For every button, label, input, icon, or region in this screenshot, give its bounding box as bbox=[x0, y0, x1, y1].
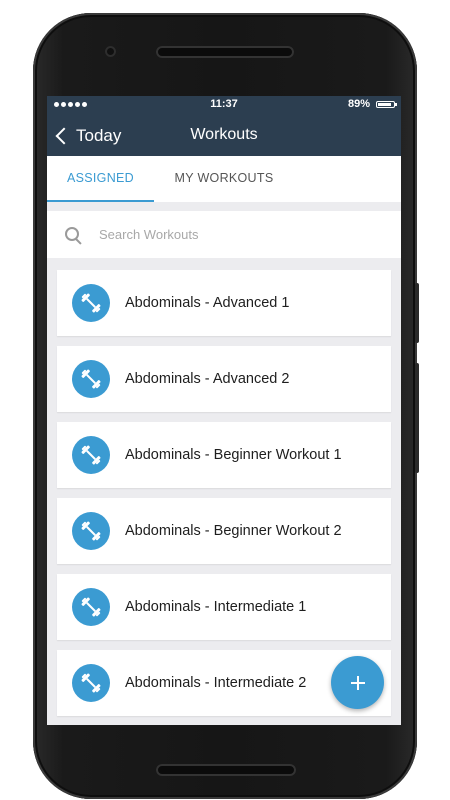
workout-badge bbox=[72, 436, 110, 474]
workout-name: Abdominals - Advanced 2 bbox=[125, 371, 290, 387]
workout-list-item[interactable]: Abdominals - Advanced 2 bbox=[57, 346, 391, 412]
dumbbell-icon bbox=[81, 369, 101, 389]
front-camera bbox=[105, 46, 116, 57]
workout-badge bbox=[72, 512, 110, 550]
bottom-speaker bbox=[156, 764, 296, 776]
plus-icon bbox=[350, 675, 365, 690]
search-bar bbox=[47, 211, 401, 258]
tab-bar: ASSIGNED MY WORKOUTS bbox=[47, 156, 401, 202]
add-workout-button[interactable] bbox=[331, 656, 384, 709]
workout-list-item[interactable]: Abdominals - Beginner Workout 2 bbox=[57, 498, 391, 564]
search-input[interactable] bbox=[97, 226, 371, 243]
power-button bbox=[415, 283, 419, 343]
page-title: Workouts bbox=[190, 126, 258, 143]
workout-badge bbox=[72, 360, 110, 398]
navigation-bar: 11:37 89% Today Workouts bbox=[47, 96, 401, 156]
workout-badge bbox=[72, 588, 110, 626]
app-screen: 11:37 89% Today Workouts ASSIGNED MY WOR… bbox=[47, 96, 401, 725]
workout-name: Abdominals - Intermediate 1 bbox=[125, 599, 307, 615]
workout-badge bbox=[72, 284, 110, 322]
workout-list-item[interactable]: Abdominals - Beginner Workout 1 bbox=[57, 422, 391, 488]
dumbbell-icon bbox=[81, 293, 101, 313]
tab-assigned[interactable]: ASSIGNED bbox=[47, 156, 154, 202]
dumbbell-icon bbox=[81, 521, 101, 541]
workout-list: Abdominals - Advanced 1 Abdominals - Adva… bbox=[57, 270, 391, 725]
status-bar: 11:37 89% bbox=[47, 96, 401, 114]
workout-name: Abdominals - Beginner Workout 2 bbox=[125, 523, 342, 539]
search-icon bbox=[65, 226, 82, 245]
dumbbell-icon bbox=[81, 597, 101, 617]
dumbbell-icon bbox=[81, 673, 101, 693]
workout-list-item[interactable]: Abdominals - Advanced 1 bbox=[57, 270, 391, 336]
volume-button bbox=[415, 363, 419, 473]
tab-my-workouts[interactable]: MY WORKOUTS bbox=[154, 156, 294, 202]
dumbbell-icon bbox=[81, 445, 101, 465]
workout-name: Abdominals - Beginner Workout 1 bbox=[125, 447, 342, 463]
battery-percentage: 89% bbox=[347, 98, 370, 110]
workout-list-item[interactable]: Abdominals - Intermediate 1 bbox=[57, 574, 391, 640]
workout-name: Abdominals - Advanced 1 bbox=[125, 295, 290, 311]
workout-badge bbox=[72, 664, 110, 702]
battery-icon bbox=[376, 101, 397, 108]
workout-name: Abdominals - Intermediate 2 bbox=[125, 675, 307, 691]
earpiece-speaker bbox=[156, 46, 294, 58]
